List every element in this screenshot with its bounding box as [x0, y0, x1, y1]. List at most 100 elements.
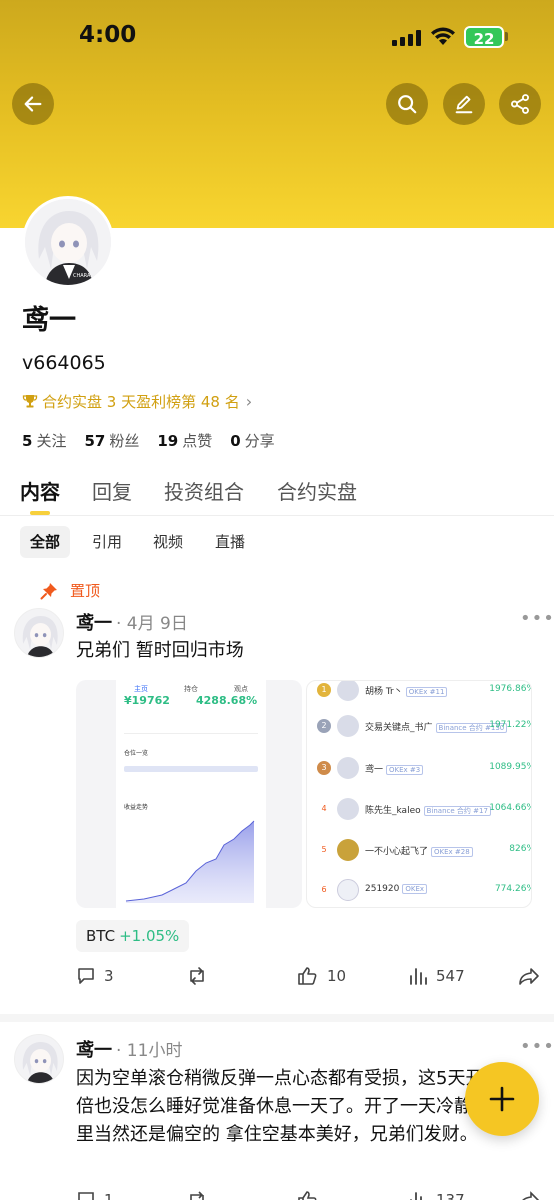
ticker-tag[interactable]: BTC +1.05% — [76, 920, 190, 952]
post-author[interactable]: 鸢一 — [76, 1036, 112, 1062]
tab-portfolio[interactable]: 投资组合 — [164, 476, 244, 505]
tab-content[interactable]: 内容 — [20, 476, 60, 505]
comment-count: 1 — [104, 1191, 114, 1200]
share-post-button[interactable] — [518, 966, 548, 986]
tab-replies[interactable]: 回复 — [92, 476, 132, 505]
stat-value: 0 — [230, 432, 241, 450]
ranking-badge: OKEx #11 — [405, 687, 448, 697]
stat-followers[interactable]: 57 粉丝 — [84, 430, 139, 451]
comment-button[interactable]: 1 — [76, 1190, 114, 1200]
ranking-avatar — [337, 681, 359, 701]
ranking-name: 251920 — [365, 884, 400, 894]
svg-text:CHARA: CHARA — [73, 273, 91, 279]
like-button[interactable]: 10 — [297, 966, 346, 986]
post-avatar[interactable] — [14, 608, 64, 658]
card-section-positions: 仓位一览 — [124, 750, 149, 757]
ranking-name: 鸢一 — [365, 765, 384, 775]
ranking-avatar — [337, 715, 359, 737]
like-button[interactable] — [297, 1190, 327, 1200]
filter-all[interactable]: 全部 — [20, 526, 71, 558]
rank-link[interactable]: 合约实盘 3 天盈利榜第 48 名 › — [22, 390, 252, 412]
rank-text: 合约实盘 3 天盈利榜第 48 名 — [42, 392, 240, 411]
post-divider — [0, 1014, 554, 1022]
comment-button[interactable]: 3 — [76, 966, 114, 986]
battery-indicator: 22 — [464, 26, 504, 48]
anime-avatar-image: CHARA — [25, 199, 111, 285]
stat-value: 19 — [157, 432, 179, 450]
share-button[interactable] — [499, 83, 541, 125]
ranking-avatar — [337, 879, 359, 901]
ranking-pct: 1976.86% — [489, 684, 532, 694]
post-image-ranking[interactable]: 1 胡杨 Tr丶 OKEx #11 1976.86% 2 交易关键点_书广 Bina… — [306, 680, 532, 908]
ranking-name: 陈先生_kaleo — [365, 806, 421, 816]
post-image-portfolio[interactable]: 主页 持仓 观点 ¥19762 4288.68% 仓位一览 收益走势 — [76, 680, 302, 908]
more-options-icon[interactable]: ••• — [520, 1036, 554, 1057]
create-post-button[interactable] — [465, 1062, 539, 1136]
card-tab: 持仓 — [184, 685, 198, 693]
post-text[interactable]: 兄弟们 暂时回归市场 — [76, 637, 516, 665]
ticker-symbol: BTC — [86, 927, 116, 945]
ranking-name: 交易关键点_书广 — [365, 723, 433, 733]
rank-medal: 2 — [317, 719, 331, 733]
tab-futures[interactable]: 合约实盘 — [277, 476, 357, 505]
repost-button[interactable] — [186, 1190, 216, 1200]
post-author[interactable]: 鸢一 — [76, 609, 112, 635]
profile-tabs: 内容 回复 投资组合 合约实盘 — [0, 472, 554, 516]
post-time: · 4月 9日 — [116, 614, 188, 634]
ranking-badge: OKEx #3 — [386, 765, 424, 775]
more-options-icon[interactable]: ••• — [520, 608, 554, 629]
stat-likes[interactable]: 19 点赞 — [157, 430, 212, 451]
post-actions: 3 10 547 — [0, 966, 554, 996]
trophy-icon — [22, 395, 38, 408]
post-actions: 1 137 — [0, 1190, 554, 1200]
views-indicator: 137 — [408, 1190, 465, 1200]
like-count: 10 — [327, 967, 347, 985]
stat-label: 点赞 — [182, 432, 213, 450]
share-post-button[interactable] — [518, 1190, 548, 1200]
ranking-avatar — [337, 798, 359, 820]
ranking-row: 5 一不小心起飞了OKEx #28 826% — [315, 835, 531, 865]
repost-button[interactable] — [186, 966, 216, 986]
status-time: 4:00 — [79, 22, 137, 48]
filter-quotes[interactable]: 引用 — [82, 526, 132, 558]
search-button[interactable] — [386, 83, 428, 125]
rank-medal: 3 — [317, 761, 331, 775]
post-time: · 11小时 — [116, 1041, 183, 1061]
bar-chart-icon — [410, 968, 427, 985]
bar-chart-icon — [410, 1192, 422, 1200]
status-bar: 4:00 22 — [0, 0, 554, 76]
stat-label: 粉丝 — [109, 432, 140, 450]
card-tab: 观点 — [234, 685, 248, 693]
cellular-signal-icon — [392, 30, 422, 46]
edit-button[interactable] — [443, 83, 485, 125]
stat-following[interactable]: 5 关注 — [22, 430, 66, 451]
repost-icon — [190, 967, 204, 985]
profile-stats: 5 关注 57 粉丝 19 点赞 0 分享 — [22, 430, 293, 451]
stat-value: 57 — [84, 432, 106, 450]
ranking-row: 2 交易关键点_书广 Binance 合约 #130 1971.22% — [315, 711, 531, 741]
anime-avatar-image — [15, 609, 63, 657]
ranking-pct: 1089.95% — [489, 762, 532, 772]
ranking-name: 胡杨 Tr丶 — [365, 687, 403, 697]
pinned-label: 置顶 — [40, 580, 100, 601]
ranking-name: 一不小心起飞了 — [365, 847, 429, 857]
card-section-trend: 收益走势 — [124, 804, 149, 811]
card-return: 4288.68% — [196, 694, 258, 707]
wifi-icon — [431, 27, 455, 45]
rank-number: 6 — [321, 885, 327, 894]
rank-number: 5 — [321, 845, 327, 854]
stat-shares[interactable]: 0 分享 — [230, 430, 274, 451]
ranking-badge: OKEx — [402, 884, 428, 894]
profile-name: 鸢一 — [22, 305, 76, 336]
comment-icon — [78, 968, 94, 984]
back-button[interactable] — [12, 83, 54, 125]
profile-uid: v664065 — [22, 352, 106, 374]
post-avatar[interactable] — [14, 1034, 64, 1084]
profile-avatar[interactable]: CHARA — [22, 196, 114, 288]
tab-active-indicator — [30, 511, 50, 515]
ranking-avatar — [337, 839, 359, 861]
filter-videos[interactable]: 视频 — [143, 526, 193, 558]
filter-live[interactable]: 直播 — [205, 526, 255, 558]
search-icon — [398, 95, 417, 114]
comment-icon — [78, 1192, 94, 1200]
